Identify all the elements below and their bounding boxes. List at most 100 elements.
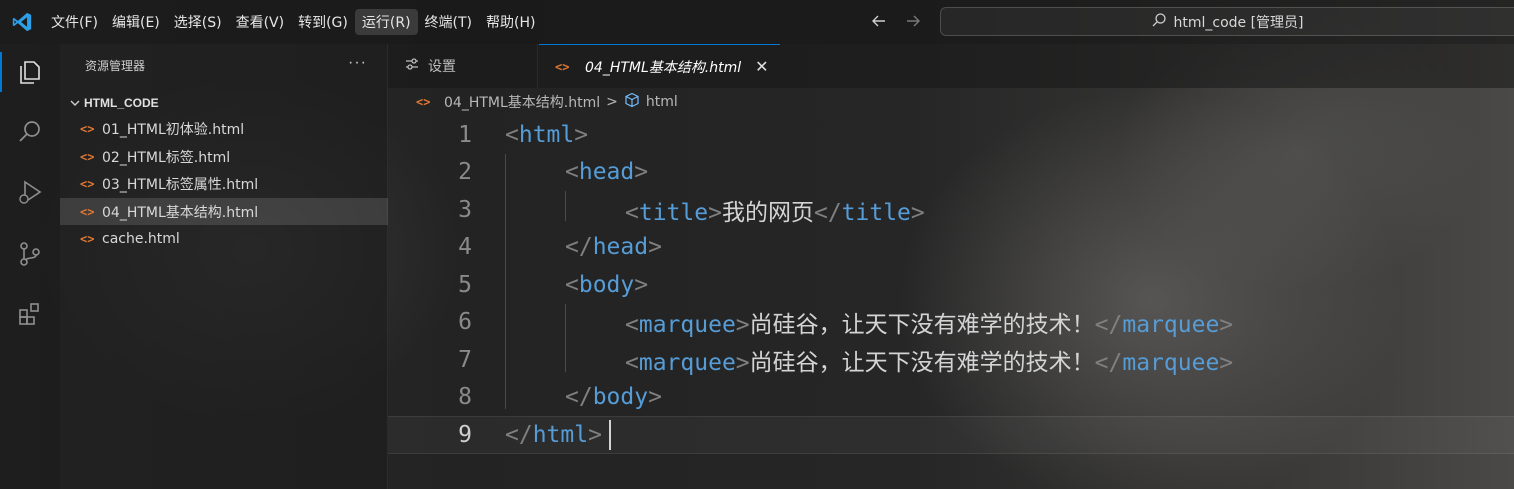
menu-item[interactable]: 转到(G) [291, 9, 355, 35]
file-label: 03_HTML标签属性.html [102, 176, 259, 193]
tag-name: html [518, 121, 575, 148]
punctuation: < [625, 199, 639, 226]
tab-settings[interactable]: 设置 [388, 44, 538, 88]
folder-html-code[interactable]: HTML_CODE [60, 92, 388, 114]
file-item[interactable]: <> cache.html [60, 225, 388, 252]
file-item[interactable]: <> 03_HTML标签属性.html [60, 170, 388, 197]
menu-item[interactable]: 帮助(H) [479, 9, 542, 35]
code-content: <marquee>尚硅谷，让天下没有难学的技术！</marquee> [625, 343, 1233, 377]
activity-bar [0, 44, 60, 489]
punctuation: </ [1094, 312, 1123, 339]
breadcrumb-separator: > [606, 94, 618, 110]
html-file-icon: <> [80, 204, 95, 219]
vscode-logo-icon [0, 0, 44, 44]
settings-icon [404, 56, 420, 76]
code-line[interactable]: 8 </body> [388, 379, 1514, 417]
tag-name: marquee [1122, 312, 1220, 339]
menu-item[interactable]: 运行(R) [354, 9, 418, 35]
breadcrumb: <> 04_HTML基本结构.html > html [388, 88, 1514, 116]
breadcrumb-file[interactable]: 04_HTML基本结构.html [444, 92, 600, 112]
punctuation: </ [1094, 349, 1123, 376]
code-content: </body> [565, 384, 662, 410]
menu-item[interactable]: 文件(F) [44, 9, 105, 35]
punctuation: < [625, 349, 639, 376]
code-content: <body> [565, 272, 648, 298]
search-icon [1151, 12, 1167, 32]
line-number: 8 [458, 384, 472, 411]
title-bar: 文件(F) 编辑(E) 选择(S) 查看(V) 转到(G) 运行(R) 终端(T) 帮助(H)… [0, 0, 1514, 44]
tab-label: 04_HTML基本结构.html [585, 59, 742, 76]
run-debug-icon[interactable] [0, 167, 60, 217]
tag-name: title [638, 199, 709, 226]
line-number: 6 [458, 309, 472, 336]
code-line[interactable]: 7 <marquee>尚硅谷，让天下没有难学的技术！</marquee> [388, 341, 1514, 379]
punctuation: </ [505, 421, 533, 448]
search-text: html_code [管理员] [1173, 14, 1304, 31]
line-number: 4 [458, 234, 472, 261]
file-item[interactable]: <> 01_HTML初体验.html [60, 115, 388, 142]
punctuation: > [634, 271, 649, 298]
symbol-cube-icon [624, 92, 640, 112]
html-file-icon: <> [80, 121, 95, 136]
code-line[interactable]: 5 <body> [388, 266, 1514, 304]
file-label: 01_HTML初体验.html [102, 121, 245, 138]
punctuation: </ [565, 384, 593, 411]
vscode-window: 文件(F) 编辑(E) 选择(S) 查看(V) 转到(G) 运行(R) 终端(T) 帮助(H)… [0, 0, 1514, 489]
explorer-icon[interactable] [0, 47, 60, 97]
command-center-search[interactable]: html_code [管理员] [940, 7, 1514, 36]
punctuation: > [1219, 312, 1234, 339]
menu-bar: 文件(F) 编辑(E) 选择(S) 查看(V) 转到(G) 运行(R) 终端(T) 帮助(H) [44, 0, 542, 44]
file-label: 02_HTML标签.html [102, 149, 231, 166]
code-line[interactable]: 4 </head> [388, 229, 1514, 267]
punctuation: > [574, 121, 589, 148]
tag-name: marquee [638, 349, 736, 376]
menu-item[interactable]: 编辑(E) [105, 9, 167, 35]
punctuation: > [648, 384, 662, 411]
tag-name: body [592, 384, 649, 411]
code-line[interactable]: 2 <head> [388, 154, 1514, 192]
line-number: 1 [458, 121, 472, 148]
code-content: <title>我的网页</title> [625, 193, 925, 227]
back-arrow-icon[interactable] [868, 10, 890, 32]
tab-04-html-structure[interactable]: <> 04_HTML基本结构.html ✕ [539, 44, 780, 88]
punctuation: > [1219, 349, 1234, 376]
punctuation: < [565, 159, 579, 186]
code-line[interactable]: 6 <marquee>尚硅谷，让天下没有难学的技术！</marquee> [388, 304, 1514, 342]
file-item[interactable]: <> 02_HTML标签.html [60, 143, 388, 170]
punctuation: > [735, 349, 750, 376]
tag-name: body [578, 271, 635, 298]
html-file-icon: <> [80, 176, 95, 191]
close-icon[interactable]: ✕ [755, 57, 768, 76]
more-actions-icon[interactable]: ··· [348, 54, 367, 72]
source-control-icon[interactable] [0, 229, 60, 279]
line-number: 3 [458, 196, 472, 223]
text-content: 尚硅谷，让天下没有难学的技术！ [749, 349, 1095, 376]
file-label: cache.html [102, 230, 180, 247]
search-view-icon[interactable] [0, 107, 60, 157]
menu-item[interactable]: 终端(T) [418, 9, 479, 35]
tag-name: title [841, 199, 911, 226]
file-label: 04_HTML基本结构.html [102, 204, 259, 221]
tag-name: head [592, 234, 649, 261]
punctuation: < [625, 312, 639, 339]
forward-arrow-icon[interactable] [902, 10, 924, 32]
punctuation: < [565, 271, 579, 298]
punctuation: > [634, 159, 649, 186]
tag-name: marquee [638, 312, 736, 339]
menu-item[interactable]: 查看(V) [229, 9, 292, 35]
code-content: <head> [565, 159, 648, 185]
html-file-icon: <> [416, 95, 431, 109]
menu-item[interactable]: 选择(S) [167, 9, 229, 35]
code-content: <html> [505, 122, 588, 148]
code-line[interactable]: 9 </html> [388, 416, 1514, 454]
punctuation: > [648, 234, 662, 261]
file-item[interactable]: <> 04_HTML基本结构.html [60, 198, 388, 225]
extensions-icon[interactable] [0, 289, 60, 339]
punctuation: < [505, 121, 519, 148]
folder-label: HTML_CODE [84, 96, 159, 110]
code-line[interactable]: 1 <html> [388, 116, 1514, 154]
html-file-icon: <> [80, 231, 95, 246]
code-line[interactable]: 3 <title>我的网页</title> [388, 191, 1514, 229]
breadcrumb-symbol[interactable]: html [646, 94, 678, 110]
code-editor[interactable]: 1 <html> 2 <head> 3 <title>我的网页</title> 4 </hea… [388, 116, 1514, 489]
